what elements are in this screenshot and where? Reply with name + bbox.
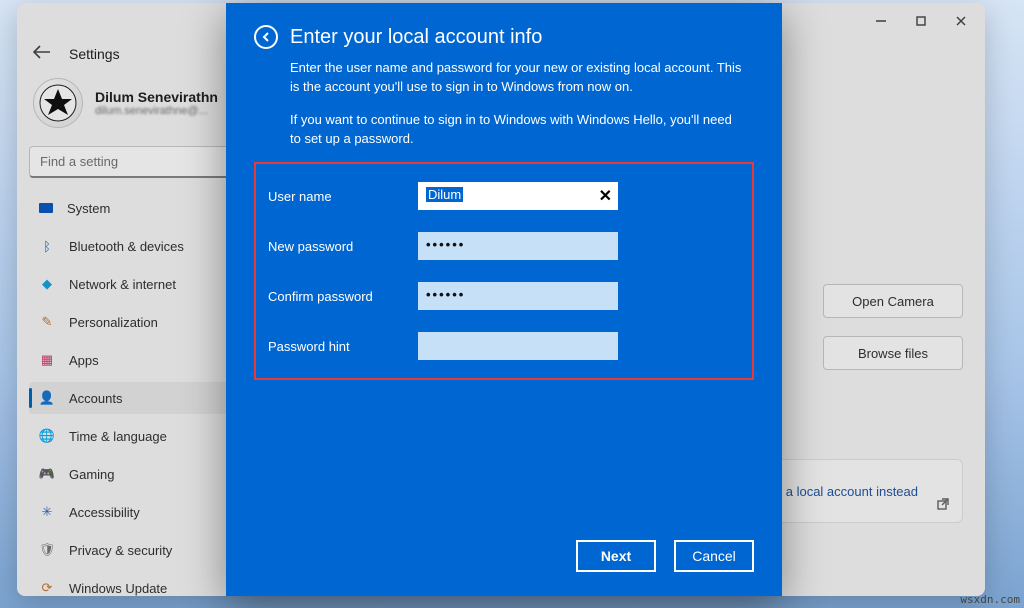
newpassword-input[interactable] xyxy=(418,232,618,260)
modal-paragraph-2: If you want to continue to sign in to Wi… xyxy=(290,111,744,149)
newpassword-label: New password xyxy=(268,239,396,254)
hint-label: Password hint xyxy=(268,339,396,354)
next-button[interactable]: Next xyxy=(576,540,656,572)
hint-input[interactable] xyxy=(418,332,618,360)
cancel-button[interactable]: Cancel xyxy=(674,540,754,572)
username-field-wrap: Dilum ✕ xyxy=(418,182,618,210)
confirm-field-wrap: •••••• xyxy=(418,282,618,310)
newpassword-field-wrap: •••••• xyxy=(418,232,618,260)
button-label: Cancel xyxy=(692,548,736,564)
hint-field-wrap xyxy=(418,332,618,360)
modal-paragraph-1: Enter the user name and password for you… xyxy=(290,59,744,97)
form-highlight: User name Dilum ✕ New password •••••• Co… xyxy=(254,162,754,380)
local-account-modal: Enter your local account info Enter the … xyxy=(226,3,782,596)
confirm-label: Confirm password xyxy=(268,289,396,304)
confirm-input[interactable] xyxy=(418,282,618,310)
button-label: Next xyxy=(601,548,631,564)
clear-icon[interactable]: ✕ xyxy=(599,186,612,206)
modal-back-button[interactable] xyxy=(254,25,278,49)
watermark: wsxdn.com xyxy=(960,593,1020,606)
modal-title: Enter your local account info xyxy=(290,26,542,49)
username-label: User name xyxy=(268,189,396,204)
username-input[interactable] xyxy=(418,182,618,210)
